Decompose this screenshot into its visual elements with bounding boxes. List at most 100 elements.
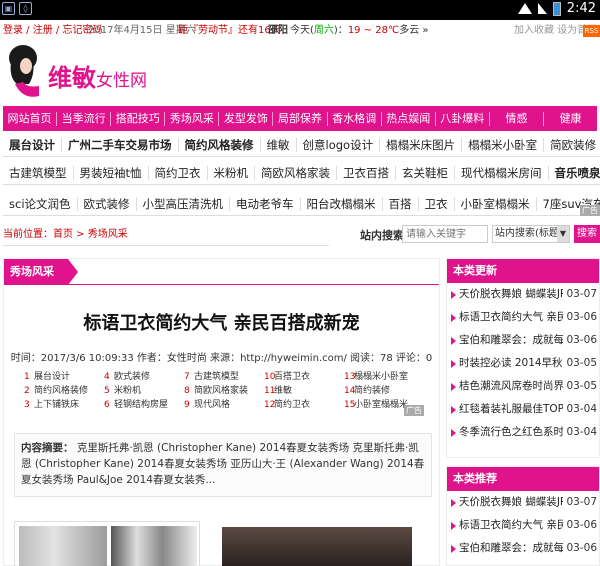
nav-item[interactable]: 香水格调 — [328, 111, 382, 126]
shield-notification-icon: ◊ — [19, 2, 32, 15]
keyword-row-2: 古建筑模型 男装短袖t恤 简约卫衣 米粉机 简欧风格家装 卫衣百搭 玄关鞋柜 现代榻榻米房间音… — [3, 161, 600, 185]
keyword-link[interactable]: 卫衣百搭 — [337, 165, 397, 180]
keyword-link[interactable]: 玄关鞋柜 — [396, 165, 456, 180]
search-type-select[interactable]: 站内搜索(标题) ▼ — [492, 225, 570, 243]
related-keyword-label: 展台设计 — [34, 372, 71, 382]
woman-silhouette-logo-icon — [9, 45, 39, 97]
list-item[interactable]: 冬季流行色之红色系时装： 03-04 — [447, 421, 599, 444]
nav-item[interactable]: 秀场风采 — [165, 111, 220, 126]
site-logo[interactable]: 维敏女性网 — [48, 58, 147, 93]
related-keyword-label: 维敏 — [274, 386, 293, 396]
breadcrumb-label: 当前位置： — [3, 229, 53, 240]
ad-tag: 广告 — [404, 405, 424, 416]
related-keyword-number: 8 — [184, 386, 190, 396]
related-keyword[interactable]: 5 米粉机 — [104, 383, 184, 397]
related-keyword-label: 现代风格 — [194, 400, 231, 410]
keyword-link[interactable]: 小型高压清洗机 — [137, 196, 231, 211]
keyword-link[interactable]: 创意logo设计 — [297, 137, 381, 152]
keyword-link[interactable]: 榻榻米床图片 — [380, 137, 463, 152]
related-keyword-label: 小卧室榻榻米 — [354, 400, 409, 410]
breadcrumb-path[interactable]: 首页 > 秀场风采 — [53, 229, 128, 240]
related-keyword[interactable]: 14简约装修 — [344, 383, 424, 397]
related-keyword-label: 榻榻米小卧室 — [354, 372, 409, 382]
section-tab[interactable]: 秀场风采 — [4, 259, 78, 285]
festival-countdown: 距『劳动节』还有16天 — [178, 25, 281, 36]
nav-item[interactable]: 搭配技巧 — [111, 111, 166, 126]
rss-icon[interactable]: RSS — [583, 25, 600, 37]
keyword-link[interactable]: 音乐喷泉 — [549, 166, 600, 180]
keyword-link[interactable]: 男装短袖t恤 — [74, 165, 149, 180]
list-item[interactable]: 桔色潮流风席卷时尚界 T台也 03-05 — [447, 375, 599, 398]
keyword-link[interactable]: 卫衣 — [419, 196, 455, 211]
related-keyword[interactable]: 7 古建筑模型 — [184, 369, 264, 383]
related-keyword[interactable]: 11维敏 — [264, 383, 344, 397]
list-item-date: 03-06 — [563, 514, 597, 537]
related-keyword-label: 百搭卫衣 — [274, 372, 311, 382]
list-item-date: 03-06 — [563, 306, 597, 329]
keyword-link[interactable]: 简约卫衣 — [149, 165, 208, 180]
image-notification-icon: ▣ — [2, 2, 15, 15]
latest-updates-title: 本类更新 — [447, 259, 599, 283]
nav-item[interactable]: 网站首页 — [3, 111, 58, 126]
keyword-link[interactable]: 简约风格装修 — [179, 137, 261, 152]
list-item[interactable]: 天价脱衣舞娘 蝴蝶装JPG压 03-07 — [447, 283, 599, 306]
keyword-link[interactable]: sci论文润色 — [3, 196, 78, 211]
related-keyword-number: 9 — [184, 400, 190, 410]
list-item[interactable]: 标语卫衣简约大气 亲民百搭 03-06 — [447, 306, 599, 329]
related-keyword-number: 11 — [264, 386, 276, 396]
keyword-link[interactable]: 古建筑模型 — [3, 165, 74, 180]
related-keyword-label: 简约卫衣 — [274, 400, 311, 410]
list-item[interactable]: 红毯着装礼服最佳TOP10一 03-04 — [447, 398, 599, 421]
list-item[interactable]: 宝伯和雕翠会：成就每一件 03-06 — [447, 329, 599, 352]
article-title: 标语卫衣简约大气 亲民百搭成新宠 — [83, 313, 360, 334]
related-keyword[interactable]: 3 上下铺铁床 — [24, 397, 104, 411]
related-keyword-number: 12 — [264, 400, 276, 410]
article-header: 秀场风采 — [4, 259, 439, 285]
main-nav: 网站首页 当季流行 搭配技巧 秀场风采 发型发饰 局部保养 香水格调 热点娱闻 … — [3, 106, 597, 131]
nav-item[interactable]: 发型发饰 — [219, 111, 274, 126]
related-keyword-number: 2 — [24, 386, 30, 396]
list-item[interactable]: 标语卫衣简约大气 亲民百搭 03-06 — [447, 514, 599, 537]
search-input[interactable] — [402, 225, 488, 243]
keyword-link[interactable]: 电动老爷车 — [230, 196, 301, 211]
nav-item[interactable]: 当季流行 — [57, 111, 112, 126]
keyword-link[interactable]: 现代榻榻米房间 — [455, 165, 549, 180]
list-item[interactable]: 天价脱衣舞娘 蝴蝶装JPG压 03-07 — [447, 491, 599, 514]
related-keyword[interactable]: 12简约卫衣 — [264, 397, 344, 411]
runway-photo — [222, 527, 412, 566]
related-keyword[interactable]: 13榻榻米小卧室 — [344, 369, 424, 383]
thumbnail-image[interactable] — [111, 526, 197, 566]
keyword-link[interactable]: 简欧风格家装 — [255, 165, 338, 180]
related-keyword[interactable]: 4 欧式装修 — [104, 369, 184, 383]
keyword-link[interactable]: 欧式装修 — [78, 196, 137, 211]
keyword-link[interactable]: 百搭 — [383, 196, 419, 211]
thumbnail-image[interactable] — [19, 526, 107, 566]
related-keyword[interactable]: 9 现代风格 — [184, 397, 264, 411]
related-keyword[interactable]: 1 展台设计 — [24, 369, 104, 383]
nav-item[interactable]: 情感 — [490, 111, 544, 126]
nav-item[interactable]: 八卦爆料 — [436, 111, 490, 126]
search-button[interactable]: 搜索 — [574, 225, 600, 243]
keyword-link[interactable]: 榻榻米小卧室 — [462, 137, 545, 152]
nav-item[interactable]: 局部保养 — [273, 111, 328, 126]
keyword-link[interactable]: 维敏 — [261, 137, 297, 152]
recommended-title: 本类推荐 — [447, 467, 599, 491]
keyword-link[interactable]: 阳台改榻榻米 — [301, 196, 383, 211]
related-keyword[interactable]: 8 简欧风格家装 — [184, 383, 264, 397]
related-keyword-number: 15 — [344, 400, 356, 410]
list-item-date: 03-05 — [563, 375, 597, 398]
keyword-link[interactable]: 广州二手车交易市场 — [62, 137, 179, 152]
related-keyword-number: 10 — [264, 372, 276, 382]
related-keyword[interactable]: 10百搭卫衣 — [264, 369, 344, 383]
keyword-link[interactable]: 简欧装修 — [544, 138, 600, 152]
keyword-link[interactable]: 展台设计 — [3, 137, 62, 152]
nav-item[interactable]: 热点娱闻 — [382, 111, 436, 126]
nav-item[interactable]: 健康 — [544, 112, 597, 126]
list-item[interactable]: 时装控必读 2014早秋趋势速 03-05 — [447, 352, 599, 375]
related-keyword[interactable]: 6 轻钢结构房屋 — [104, 397, 184, 411]
list-item[interactable]: 宝伯和雕翠会：成就每一件 03-06 — [447, 537, 599, 560]
keyword-link[interactable]: 小卧室榻榻米 — [455, 196, 537, 211]
related-keyword[interactable]: 2 简约风格装修 — [24, 383, 104, 397]
weather-city: 邵阳 — [268, 25, 288, 36]
keyword-link[interactable]: 米粉机 — [208, 165, 256, 180]
